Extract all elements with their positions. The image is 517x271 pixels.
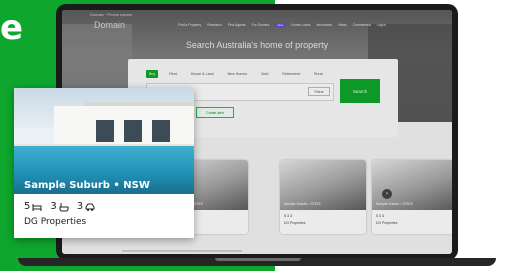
- laptop-notch: [215, 258, 301, 261]
- headline-fragment: e: [0, 8, 24, 48]
- bath-icon: [59, 202, 69, 211]
- baths-feature: 3: [50, 201, 69, 212]
- parking-feature: 3: [77, 201, 95, 212]
- featured-listing-photo: [14, 88, 194, 194]
- beds-count: 5: [24, 201, 31, 212]
- beds-feature: 5: [24, 201, 42, 212]
- featured-listing-agency: DG Properties: [24, 217, 87, 227]
- baths-count: 3: [50, 201, 57, 212]
- featured-listing-card[interactable]: Sample Suburb • NSW 5 3 3 DG Properties: [14, 88, 194, 238]
- featured-listing-location: Sample Suburb • NSW: [24, 180, 150, 191]
- featured-listing-features: 5 3 3: [24, 201, 95, 212]
- bed-icon: [32, 203, 42, 211]
- house-window: [96, 120, 114, 142]
- parking-count: 3: [76, 201, 84, 212]
- house-window: [152, 120, 170, 142]
- car-icon: [85, 203, 95, 211]
- house-window: [124, 120, 142, 142]
